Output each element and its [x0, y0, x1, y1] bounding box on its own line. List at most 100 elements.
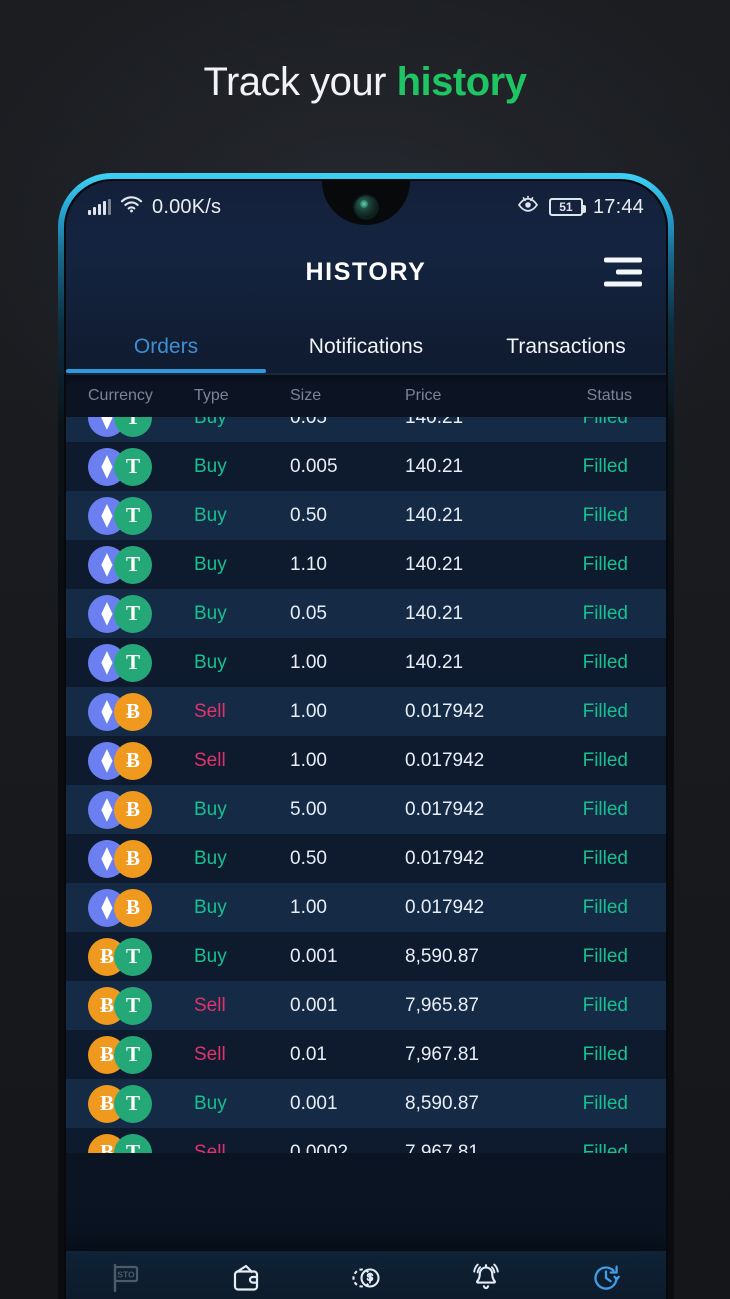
table-row[interactable]: ⧫ Ƀ Sell 1.00 0.017942 Filled [66, 736, 666, 785]
order-price-cell: 8,590.87 [405, 1092, 479, 1114]
order-type-cell: Buy [194, 455, 227, 477]
order-type-cell: Sell [194, 749, 226, 771]
table-row[interactable]: Ƀ T Sell 0.001 7,965.87 Filled [66, 981, 666, 1030]
coin-pair-icon: ⧫ T [88, 545, 152, 584]
app-bar-title: HISTORY [305, 257, 427, 286]
order-type-cell: Buy [194, 602, 227, 624]
hamburger-menu-icon[interactable] [604, 257, 642, 287]
order-size-cell: 0.005 [290, 455, 338, 477]
order-type-cell: Buy [194, 798, 227, 820]
order-type-cell: Buy [194, 651, 227, 673]
table-row[interactable]: ⧫ T Buy 1.10 140.21 Filled [66, 540, 666, 589]
table-row[interactable]: ⧫ T Buy 0.05 140.21 Filled [66, 589, 666, 638]
order-status-cell: Filled [582, 847, 628, 869]
order-status-cell: Filled [582, 1092, 628, 1114]
nav-item-alerts[interactable]: Alerts [426, 1261, 546, 1299]
order-status-cell: Filled [582, 700, 628, 722]
nav-item-wallet[interactable]: Wallet [186, 1261, 306, 1299]
table-row[interactable]: Ƀ T Buy 0.001 8,590.87 Filled [66, 1079, 666, 1128]
usdt-coin-icon: T [114, 1084, 152, 1123]
nav-item-history[interactable]: History [546, 1261, 666, 1299]
order-status-cell: Filled [582, 651, 628, 673]
order-size-cell: 0.001 [290, 994, 338, 1016]
front-camera-icon [355, 196, 377, 218]
currency-pair-cell: ⧫ T [66, 643, 194, 682]
headline-accent: history [396, 60, 527, 104]
phone-screen: 0.00K/s 51 17:44 HISTORY Orders Notifica… [66, 181, 666, 1299]
usdt-coin-icon: T [114, 643, 152, 682]
order-price-cell: 0.017942 [405, 798, 485, 820]
nav-item-trade[interactable]: Trade [306, 1261, 426, 1299]
btc-coin-icon: Ƀ [114, 839, 152, 878]
order-size-cell: 1.00 [290, 651, 327, 673]
tab-label: Notifications [308, 335, 424, 358]
coin-pair-icon: ⧫ T [88, 496, 152, 535]
status-bar-left: 0.00K/s [88, 195, 221, 219]
order-type-cell: Buy [194, 1092, 227, 1114]
currency-pair-cell: Ƀ T [66, 937, 194, 976]
network-speed-label: 0.00K/s [152, 195, 222, 218]
order-status-cell: Filled [582, 896, 628, 918]
currency-pair-cell: ⧫ T [66, 496, 194, 535]
table-row[interactable]: ⧫ Ƀ Buy 0.50 0.017942 Filled [66, 834, 666, 883]
usdt-coin-icon: T [114, 447, 152, 486]
battery-icon: 51 [548, 198, 586, 216]
table-row[interactable]: ⧫ T Buy 0.50 140.21 Filled [66, 491, 666, 540]
btc-coin-icon: Ƀ [114, 888, 152, 927]
coin-pair-icon: ⧫ Ƀ [88, 790, 152, 829]
currency-pair-cell: ⧫ Ƀ [66, 790, 194, 829]
order-price-cell: 0.017942 [405, 847, 485, 869]
clock-label: 17:44 [592, 195, 644, 218]
trade-coins-icon [349, 1261, 383, 1295]
btc-coin-icon: Ƀ [114, 741, 152, 780]
tab-notifications[interactable]: Notifications [266, 335, 466, 373]
order-size-cell: 1.00 [290, 700, 327, 722]
tab-label: Orders [133, 335, 199, 358]
coin-pair-icon: ⧫ Ƀ [88, 888, 152, 927]
order-price-cell: 0.017942 [405, 896, 485, 918]
coin-pair-icon: Ƀ T [88, 986, 152, 1025]
table-row[interactable]: ⧫ Ƀ Sell 1.00 0.017942 Filled [66, 687, 666, 736]
currency-pair-cell: ⧫ T [66, 545, 194, 584]
table-row[interactable]: Ƀ T Sell 0.0002 7,967.81 Filled [66, 1128, 666, 1153]
table-row[interactable]: ⧫ Ƀ Buy 1.00 0.017942 Filled [66, 883, 666, 932]
table-row[interactable]: Ƀ T Sell 0.01 7,967.81 Filled [66, 1030, 666, 1079]
orders-table[interactable]: Currency Type Size Price Status Ƀ T Buy 0.00… [66, 375, 666, 1153]
order-size-cell: 1.00 [290, 749, 327, 771]
order-status-cell: Filled [582, 455, 628, 477]
table-row[interactable]: ⧫ T Buy 1.00 140.21 Filled [66, 638, 666, 687]
btc-coin-icon: Ƀ [114, 790, 152, 829]
app-screen: 0.00K/s 51 17:44 HISTORY Orders Notifica… [66, 181, 666, 1299]
coin-pair-icon: Ƀ T [88, 1035, 152, 1074]
tab-orders[interactable]: Orders [66, 335, 266, 373]
order-type-cell: Buy [194, 945, 227, 967]
coin-pair-icon: ⧫ Ƀ [88, 692, 152, 731]
order-type-cell: Buy [194, 553, 227, 575]
order-price-cell: 140.21 [405, 504, 464, 526]
coin-pair-icon: Ƀ T [88, 1133, 152, 1153]
order-status-cell: Filled [582, 504, 628, 526]
order-size-cell: 0.50 [290, 504, 327, 526]
sto-flag-icon: STO [110, 1261, 142, 1295]
nav-item-sto[interactable]: STO STO [66, 1261, 186, 1299]
currency-pair-cell: ⧫ T [66, 447, 194, 486]
order-size-cell: 0.05 [290, 602, 327, 624]
tab-transactions[interactable]: Transactions [466, 335, 666, 373]
coin-pair-icon: ⧫ T [88, 447, 152, 486]
table-row[interactable]: ⧫ Ƀ Buy 5.00 0.017942 Filled [66, 785, 666, 834]
usdt-coin-icon: T [114, 545, 152, 584]
order-price-cell: 8,590.87 [405, 945, 479, 967]
coin-pair-icon: Ƀ T [88, 937, 152, 976]
order-status-cell: Filled [582, 994, 628, 1016]
order-type-cell: Sell [194, 700, 226, 722]
order-price-cell: 140.21 [405, 455, 464, 477]
wifi-icon [120, 195, 143, 219]
order-size-cell: 0.001 [290, 945, 338, 967]
currency-pair-cell: Ƀ T [66, 986, 194, 1025]
currency-pair-cell: Ƀ T [66, 1035, 194, 1074]
table-column-headers: Currency Type Size Price Status [66, 375, 666, 417]
table-row[interactable]: ⧫ T Buy 0.005 140.21 Filled [66, 442, 666, 491]
usdt-coin-icon: T [114, 1035, 152, 1074]
currency-pair-cell: Ƀ T [66, 1084, 194, 1123]
table-row[interactable]: Ƀ T Buy 0.001 8,590.87 Filled [66, 932, 666, 981]
